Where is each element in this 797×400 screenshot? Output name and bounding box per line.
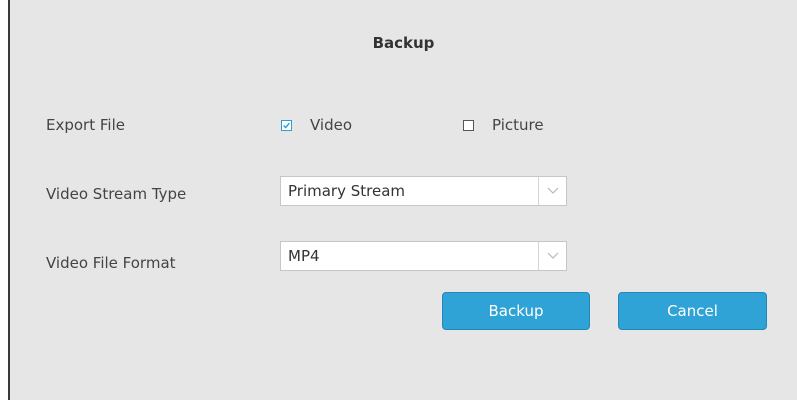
video-file-format-label: Video File Format: [46, 254, 176, 272]
picture-checkbox[interactable]: [463, 119, 474, 131]
video-stream-type-value: Primary Stream: [288, 182, 406, 200]
cancel-button[interactable]: Cancel: [618, 292, 767, 330]
video-stream-type-label: Video Stream Type: [46, 185, 187, 203]
chevron-down-icon[interactable]: [538, 242, 566, 270]
checkmark-icon: [283, 122, 290, 129]
export-file-label: Export File: [46, 116, 125, 134]
chevron-down-icon[interactable]: [538, 177, 566, 205]
video-checkbox[interactable]: [281, 119, 292, 131]
video-checkbox-label: Video: [310, 116, 353, 134]
video-file-format-select[interactable]: MP4: [280, 241, 567, 271]
picture-checkbox-label: Picture: [492, 116, 544, 134]
backup-dialog: Backup Export File Video Picture Video S…: [8, 0, 797, 400]
dialog-title: Backup: [372, 34, 435, 52]
backup-button[interactable]: Backup: [442, 292, 590, 330]
video-file-format-value: MP4: [288, 247, 320, 265]
video-stream-type-select[interactable]: Primary Stream: [280, 176, 567, 206]
video-checkbox-option[interactable]: Video: [281, 116, 352, 134]
picture-checkbox-option[interactable]: Picture: [463, 116, 544, 134]
